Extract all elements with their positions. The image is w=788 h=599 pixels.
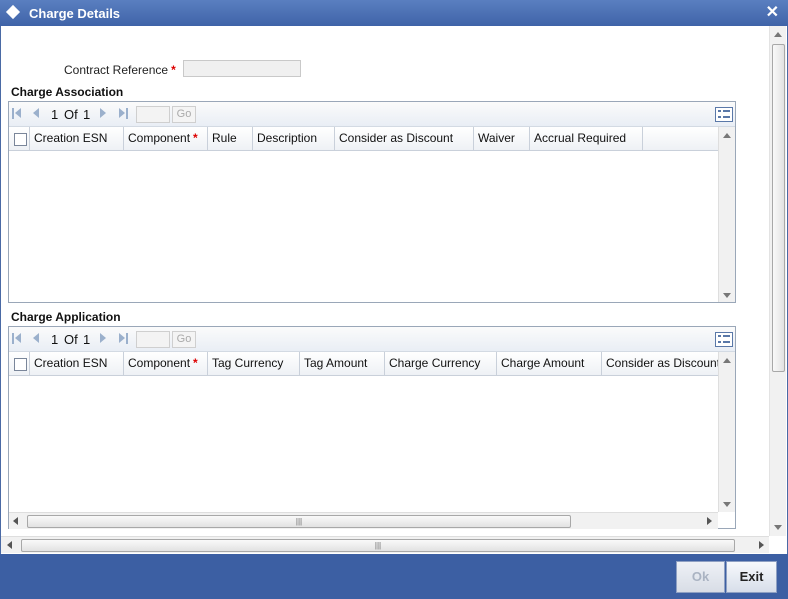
column-header[interactable]: Creation ESN <box>30 352 124 375</box>
select-all-cell <box>9 352 30 375</box>
exit-button[interactable]: Exit <box>726 561 777 593</box>
column-header[interactable]: Consider as Discount <box>335 127 474 150</box>
hscroll-thumb[interactable]: ||| <box>27 515 571 528</box>
hscroll-thumb[interactable]: ||| <box>21 539 735 552</box>
last-page-icon[interactable] <box>119 333 128 344</box>
charge-association-title: Charge Association <box>11 85 124 99</box>
previous-page-icon[interactable] <box>33 108 43 119</box>
select-all-checkbox[interactable] <box>14 133 27 146</box>
title-bar: Charge Details ✕ <box>0 0 788 26</box>
column-header[interactable]: Tag Amount <box>300 352 385 375</box>
scroll-right-icon[interactable] <box>707 517 712 525</box>
charge-application-vscroll[interactable] <box>718 352 735 512</box>
last-page-icon[interactable] <box>119 108 128 119</box>
charge-association-grid: 1 Of 1 Go Creation ESN Component * Rule D… <box>8 101 736 303</box>
scroll-left-icon[interactable] <box>7 541 12 549</box>
column-header[interactable]: Rule <box>208 127 253 150</box>
column-header-component[interactable]: Component * <box>124 352 208 375</box>
column-header[interactable]: Description <box>253 127 335 150</box>
page-number-input[interactable] <box>136 331 170 348</box>
columns-icon[interactable] <box>715 107 733 122</box>
first-page-icon[interactable] <box>12 333 24 344</box>
charge-application-grid: 1 Of 1 Go Creation ESN Component * Tag Cu… <box>8 326 736 529</box>
column-header-label: Component <box>128 356 191 370</box>
scroll-right-icon[interactable] <box>759 541 764 549</box>
column-header[interactable]: Charge Amount <box>497 352 602 375</box>
contract-reference-input[interactable] <box>183 60 301 77</box>
charge-application-toolbar: 1 Of 1 Go <box>9 327 735 352</box>
scroll-up-icon[interactable] <box>723 133 731 138</box>
charge-association-vscroll[interactable] <box>718 127 735 302</box>
column-header[interactable]: Accrual Required <box>530 127 643 150</box>
required-mark: * <box>193 356 198 370</box>
next-page-icon[interactable] <box>100 108 110 119</box>
diamond-icon <box>5 4 21 20</box>
main-hscroll[interactable]: ||| <box>1 536 769 553</box>
select-all-cell <box>9 127 30 150</box>
scroll-down-icon[interactable] <box>774 525 782 530</box>
page-number-input[interactable] <box>136 106 170 123</box>
scroll-up-icon[interactable] <box>723 358 731 363</box>
charge-application-header: Creation ESN Component * Tag Currency Tag… <box>9 352 718 376</box>
current-page: 1 <box>51 332 59 347</box>
scroll-left-icon[interactable] <box>13 517 18 525</box>
select-all-checkbox[interactable] <box>14 358 27 371</box>
total-pages: 1 <box>83 332 91 347</box>
column-header[interactable]: Consider as Discount <box>602 352 718 375</box>
go-button[interactable]: Go <box>172 106 196 123</box>
of-label: Of <box>64 107 78 122</box>
charge-application-hscroll[interactable]: ||| <box>9 512 718 529</box>
column-header[interactable]: Creation ESN <box>30 127 124 150</box>
main-vscroll[interactable] <box>769 26 786 536</box>
column-header[interactable]: Tag Currency <box>208 352 300 375</box>
go-button[interactable]: Go <box>172 331 196 348</box>
vscroll-thumb[interactable] <box>772 44 785 372</box>
current-page: 1 <box>51 107 59 122</box>
close-icon[interactable]: ✕ <box>766 2 779 22</box>
first-page-icon[interactable] <box>12 108 24 119</box>
charge-association-toolbar: 1 Of 1 Go <box>9 102 735 127</box>
dialog-body: Contract Reference * Charge Association 1… <box>0 26 788 554</box>
column-header-label: Component <box>128 131 191 145</box>
window-title: Charge Details <box>29 6 121 21</box>
scroll-up-icon[interactable] <box>774 32 782 37</box>
scroll-down-icon[interactable] <box>723 502 731 507</box>
contract-reference-label: Contract Reference * <box>64 63 176 77</box>
next-page-icon[interactable] <box>100 333 110 344</box>
total-pages: 1 <box>83 107 91 122</box>
charge-association-header: Creation ESN Component * Rule Description… <box>9 127 718 151</box>
charge-application-title: Charge Application <box>11 310 121 324</box>
scroll-down-icon[interactable] <box>723 293 731 298</box>
column-header[interactable]: Waiver <box>474 127 530 150</box>
columns-icon[interactable] <box>715 332 733 347</box>
required-mark: * <box>171 63 176 77</box>
footer-bar: Ok Exit <box>0 554 788 599</box>
column-header-component[interactable]: Component * <box>124 127 208 150</box>
column-header[interactable]: Charge Currency <box>385 352 497 375</box>
required-mark: * <box>193 131 198 145</box>
ok-button[interactable]: Ok <box>676 561 725 593</box>
contract-reference-label-text: Contract Reference <box>64 63 169 77</box>
of-label: Of <box>64 332 78 347</box>
previous-page-icon[interactable] <box>33 333 43 344</box>
